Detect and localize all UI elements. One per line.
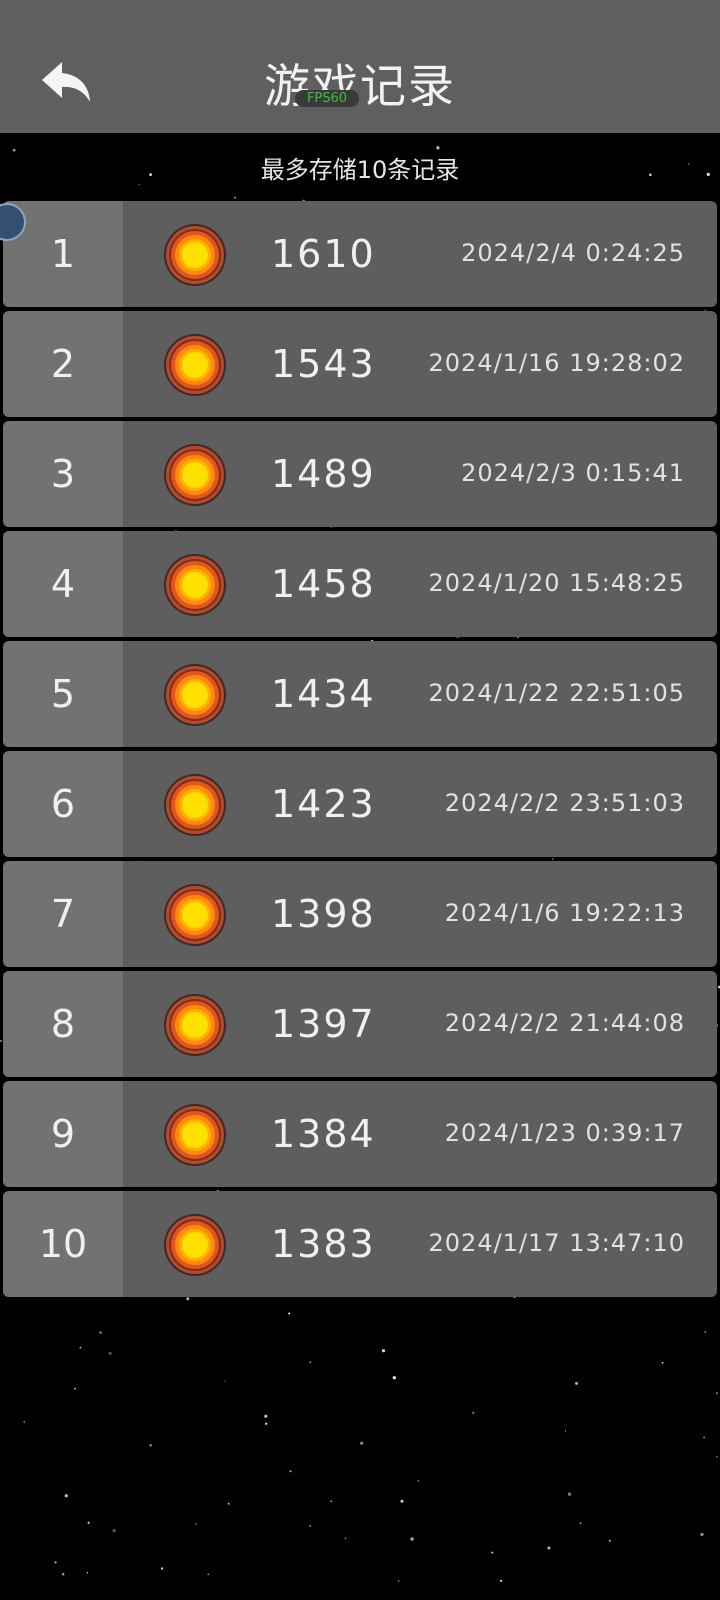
rank-number: 7 [3, 861, 123, 967]
rank-number: 5 [3, 641, 123, 747]
record-row: 8 1397 2024/2/2 21:44:08 [3, 971, 717, 1077]
record-timestamp: 2024/2/3 0:15:41 [461, 459, 685, 487]
record-row: 5 1434 2024/1/22 22:51:05 [3, 641, 717, 747]
record-row: 1 1610 2024/2/4 0:24:25 [3, 201, 717, 307]
sun-icon [164, 994, 226, 1056]
score-value: 1543 [271, 342, 376, 386]
sun-icon [164, 554, 226, 616]
sun-icon [164, 774, 226, 836]
sun-icon [164, 1214, 226, 1276]
page-title: 游戏记录 [264, 59, 456, 113]
rank-number: 4 [3, 531, 123, 637]
score-value: 1489 [271, 452, 376, 496]
rank-number: 6 [3, 751, 123, 857]
rank-number: 3 [3, 421, 123, 527]
record-row: 3 1489 2024/2/3 0:15:41 [3, 421, 717, 527]
game-records-screen: 游戏记录 FPS60 最多存储10条记录 1 1610 2024/2/4 0:24:… [0, 0, 720, 1600]
score-value: 1397 [271, 1002, 376, 1046]
record-row: 6 1423 2024/2/2 23:51:03 [3, 751, 717, 857]
score-value: 1384 [271, 1112, 376, 1156]
record-timestamp: 2024/1/20 15:48:25 [428, 569, 685, 597]
score-value: 1458 [271, 562, 376, 606]
record-timestamp: 2024/2/4 0:24:25 [461, 239, 685, 267]
rank-number: 2 [3, 311, 123, 417]
record-row: 4 1458 2024/1/20 15:48:25 [3, 531, 717, 637]
score-value: 1383 [271, 1222, 376, 1266]
score-value: 1423 [271, 782, 376, 826]
record-row: 10 1383 2024/1/17 13:47:10 [3, 1191, 717, 1297]
record-timestamp: 2024/1/22 22:51:05 [428, 679, 685, 707]
rank-number: 9 [3, 1081, 123, 1187]
fps-counter: FPS60 [295, 90, 359, 107]
record-timestamp: 2024/1/17 13:47:10 [428, 1229, 685, 1257]
sun-icon [164, 444, 226, 506]
record-row: 2 1543 2024/1/16 19:28:02 [3, 311, 717, 417]
top-bar: 游戏记录 FPS60 [0, 0, 720, 133]
record-timestamp: 2024/1/23 0:39:17 [444, 1119, 685, 1147]
sun-icon [164, 334, 226, 396]
sun-icon [164, 224, 226, 286]
record-timestamp: 2024/2/2 23:51:03 [444, 789, 685, 817]
record-row: 9 1384 2024/1/23 0:39:17 [3, 1081, 717, 1187]
score-value: 1398 [271, 892, 376, 936]
sun-icon [164, 664, 226, 726]
score-value: 1610 [271, 232, 376, 276]
sun-icon [164, 1104, 226, 1166]
rank-number: 10 [3, 1191, 123, 1297]
storage-limit-note: 最多存储10条记录 [260, 156, 460, 184]
record-timestamp: 2024/1/16 19:28:02 [428, 349, 685, 377]
rank-number: 8 [3, 971, 123, 1077]
sun-icon [164, 884, 226, 946]
record-timestamp: 2024/2/2 21:44:08 [444, 1009, 685, 1037]
record-row: 7 1398 2024/1/6 19:22:13 [3, 861, 717, 967]
record-timestamp: 2024/1/6 19:22:13 [444, 899, 685, 927]
record-list: 1 1610 2024/2/4 0:24:25 2 1543 2024/1/16 19:2… [3, 201, 717, 1301]
score-value: 1434 [271, 672, 376, 716]
